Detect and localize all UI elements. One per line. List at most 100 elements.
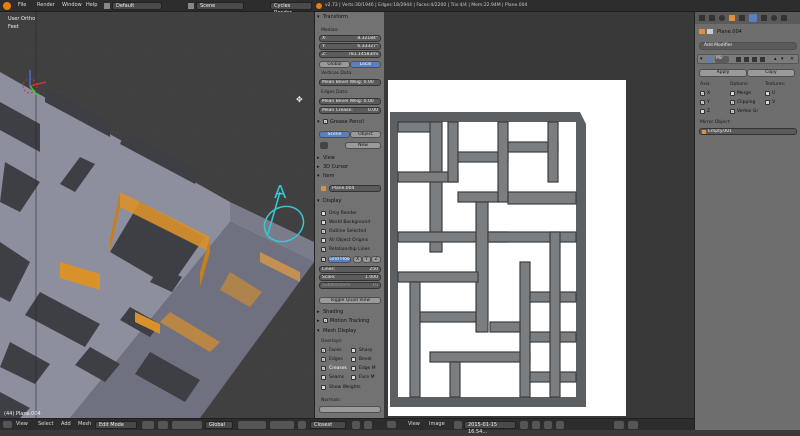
image-zoom-icon[interactable]	[628, 421, 638, 429]
edges-checkbox[interactable]: ✓	[321, 357, 326, 362]
cage-toggle-icon[interactable]	[760, 57, 765, 62]
mode-selector[interactable]: Edit Mode	[95, 421, 137, 429]
gp-new-button[interactable]: New	[345, 142, 381, 149]
local-button[interactable]: Local	[350, 61, 381, 68]
face-marks-checkbox[interactable]	[351, 375, 356, 380]
apply-button[interactable]: Apply	[699, 69, 747, 77]
vertex-groups-checkbox[interactable]: ✓	[730, 109, 735, 114]
show-weights-checkbox[interactable]	[321, 385, 326, 390]
outline-selected-checkbox[interactable]: ✓	[321, 229, 326, 234]
all-object-origins-checkbox[interactable]	[321, 238, 326, 243]
snap-icon[interactable]	[298, 421, 306, 429]
editmode-toggle-icon[interactable]	[752, 57, 757, 62]
data-tab-icon[interactable]	[761, 15, 767, 21]
render-preview-icon[interactable]	[352, 421, 360, 429]
menu-window[interactable]: Window	[62, 2, 82, 8]
pencil-icon[interactable]	[320, 142, 328, 149]
image-new-icon[interactable]	[532, 421, 540, 429]
motion-tracking-header[interactable]: ▸ ✓ Motion Tracking	[317, 318, 383, 325]
pin-icon[interactable]	[520, 421, 528, 429]
normals-buttons[interactable]	[319, 406, 381, 413]
image-menu-image[interactable]: Image	[429, 421, 445, 427]
texture-u-checkbox[interactable]	[765, 91, 770, 96]
image-unlink-icon[interactable]	[556, 421, 564, 429]
modifiers-tab-icon[interactable]	[749, 14, 757, 22]
edge-marks-checkbox[interactable]	[351, 366, 356, 371]
menu-view[interactable]: View	[16, 421, 28, 427]
global-button[interactable]: Global	[319, 61, 350, 68]
modifier-name-field[interactable]: Mir	[715, 56, 729, 63]
layers-icon[interactable]	[270, 421, 294, 429]
image-name-field[interactable]: 2015-01-15 16.54...	[464, 421, 516, 435]
grid-floor-button[interactable]: Grid Floo	[328, 256, 351, 263]
bevel-checkbox[interactable]	[351, 357, 356, 362]
scene-icon[interactable]	[188, 3, 194, 9]
image-display-channels-icon[interactable]	[614, 421, 624, 429]
pivot-icon[interactable]	[158, 421, 168, 429]
grid-x-toggle[interactable]: X	[353, 256, 362, 263]
edge-bevel-weight-field[interactable]: Mean Bevel Weig: 0.00	[319, 98, 381, 105]
axis-y-checkbox[interactable]: ✓	[700, 100, 705, 105]
item-header[interactable]: ▾ Item	[317, 173, 383, 180]
gp-scene-button[interactable]: Scene	[319, 131, 350, 138]
median-z-field[interactable]: Z: 781.14583mi	[319, 51, 381, 58]
image-editor-type-icon[interactable]	[387, 421, 396, 428]
gp-object-button[interactable]: Object	[350, 131, 381, 138]
display-header[interactable]: ▾ Display	[317, 198, 383, 205]
move-up-icon[interactable]: ▴	[774, 56, 777, 62]
menu-render[interactable]: Render	[37, 2, 55, 8]
material-tab-icon[interactable]	[771, 15, 777, 21]
snap-target-selector[interactable]: Closest	[310, 421, 346, 429]
render-toggle-icon[interactable]	[736, 57, 741, 62]
grid-y-toggle[interactable]: Y	[362, 256, 371, 263]
camera-icon[interactable]	[364, 421, 372, 429]
toggle-quad-view-button[interactable]: Toggle Quad View	[319, 297, 381, 304]
grid-scale-field[interactable]: Scale: 1.000	[319, 274, 381, 281]
3d-viewport[interactable]: ✥ User Ortho Feet A (44) Plane.004	[0, 12, 314, 418]
image-menu-view[interactable]: View	[408, 421, 420, 427]
axis-z-checkbox[interactable]	[700, 109, 705, 114]
grid-z-toggle[interactable]: Z	[371, 256, 381, 263]
render-tab-icon[interactable]	[699, 15, 705, 21]
viewport-toggle-icon[interactable]	[744, 57, 749, 62]
world-tab-icon[interactable]	[719, 15, 725, 21]
grid-floor-checkbox[interactable]: ✓	[321, 257, 326, 262]
mesh-display-header[interactable]: ▾ Mesh Display	[317, 328, 383, 335]
expand-arrow-icon[interactable]: ▾	[700, 56, 703, 62]
vertex-bevel-weight-field[interactable]: Mean Bevel Weig: 0.00	[319, 79, 381, 86]
blender-logo-icon[interactable]	[3, 2, 11, 10]
grease-pencil-header[interactable]: ▾ ✓ Grease Pencil	[317, 119, 383, 126]
clipping-checkbox[interactable]: ✓	[730, 100, 735, 105]
texture-v-checkbox[interactable]	[765, 100, 770, 105]
scene-tab-icon[interactable]	[709, 15, 715, 21]
menu-help[interactable]: Help	[86, 2, 97, 8]
render-engine-selector[interactable]: Cycles Render	[270, 2, 312, 16]
sharp-checkbox[interactable]	[351, 348, 356, 353]
move-down-icon[interactable]: ▾	[781, 56, 784, 62]
seams-checkbox[interactable]	[321, 375, 326, 380]
select-mode-icons[interactable]	[238, 421, 266, 429]
item-name-field[interactable]: Plane.004	[329, 185, 381, 192]
texture-tab-icon[interactable]	[781, 15, 787, 21]
creases-checkbox[interactable]: ✓	[321, 366, 326, 371]
relationship-lines-checkbox[interactable]: ✓	[321, 247, 326, 252]
mean-crease-field[interactable]: Mean Crease: 0.00	[319, 107, 381, 114]
shading-header[interactable]: ▸ Shading	[317, 309, 383, 316]
median-x-field[interactable]: X: 8.32184"	[319, 35, 381, 42]
object-tab-icon[interactable]	[729, 15, 735, 21]
motion-tracking-checkbox[interactable]: ✓	[323, 318, 328, 323]
scene-selector[interactable]: Scene	[196, 2, 244, 10]
orientation-selector[interactable]: Global	[205, 421, 233, 429]
manipulator-icons[interactable]	[172, 421, 202, 429]
close-icon[interactable]: ✕	[790, 56, 794, 62]
image-open-icon[interactable]	[544, 421, 552, 429]
menu-select[interactable]: Select	[38, 421, 53, 427]
menu-file[interactable]: File	[18, 2, 26, 8]
transform-header[interactable]: ▾ Transform	[317, 14, 383, 21]
axis-x-checkbox[interactable]: ✓	[700, 91, 705, 96]
merge-checkbox[interactable]	[730, 91, 735, 96]
image-editor[interactable]	[384, 12, 694, 418]
grid-subdivisions-field[interactable]: Subdivisions: 10	[319, 282, 381, 289]
image-browse-icon[interactable]	[454, 421, 462, 429]
world-background-checkbox[interactable]	[321, 220, 326, 225]
